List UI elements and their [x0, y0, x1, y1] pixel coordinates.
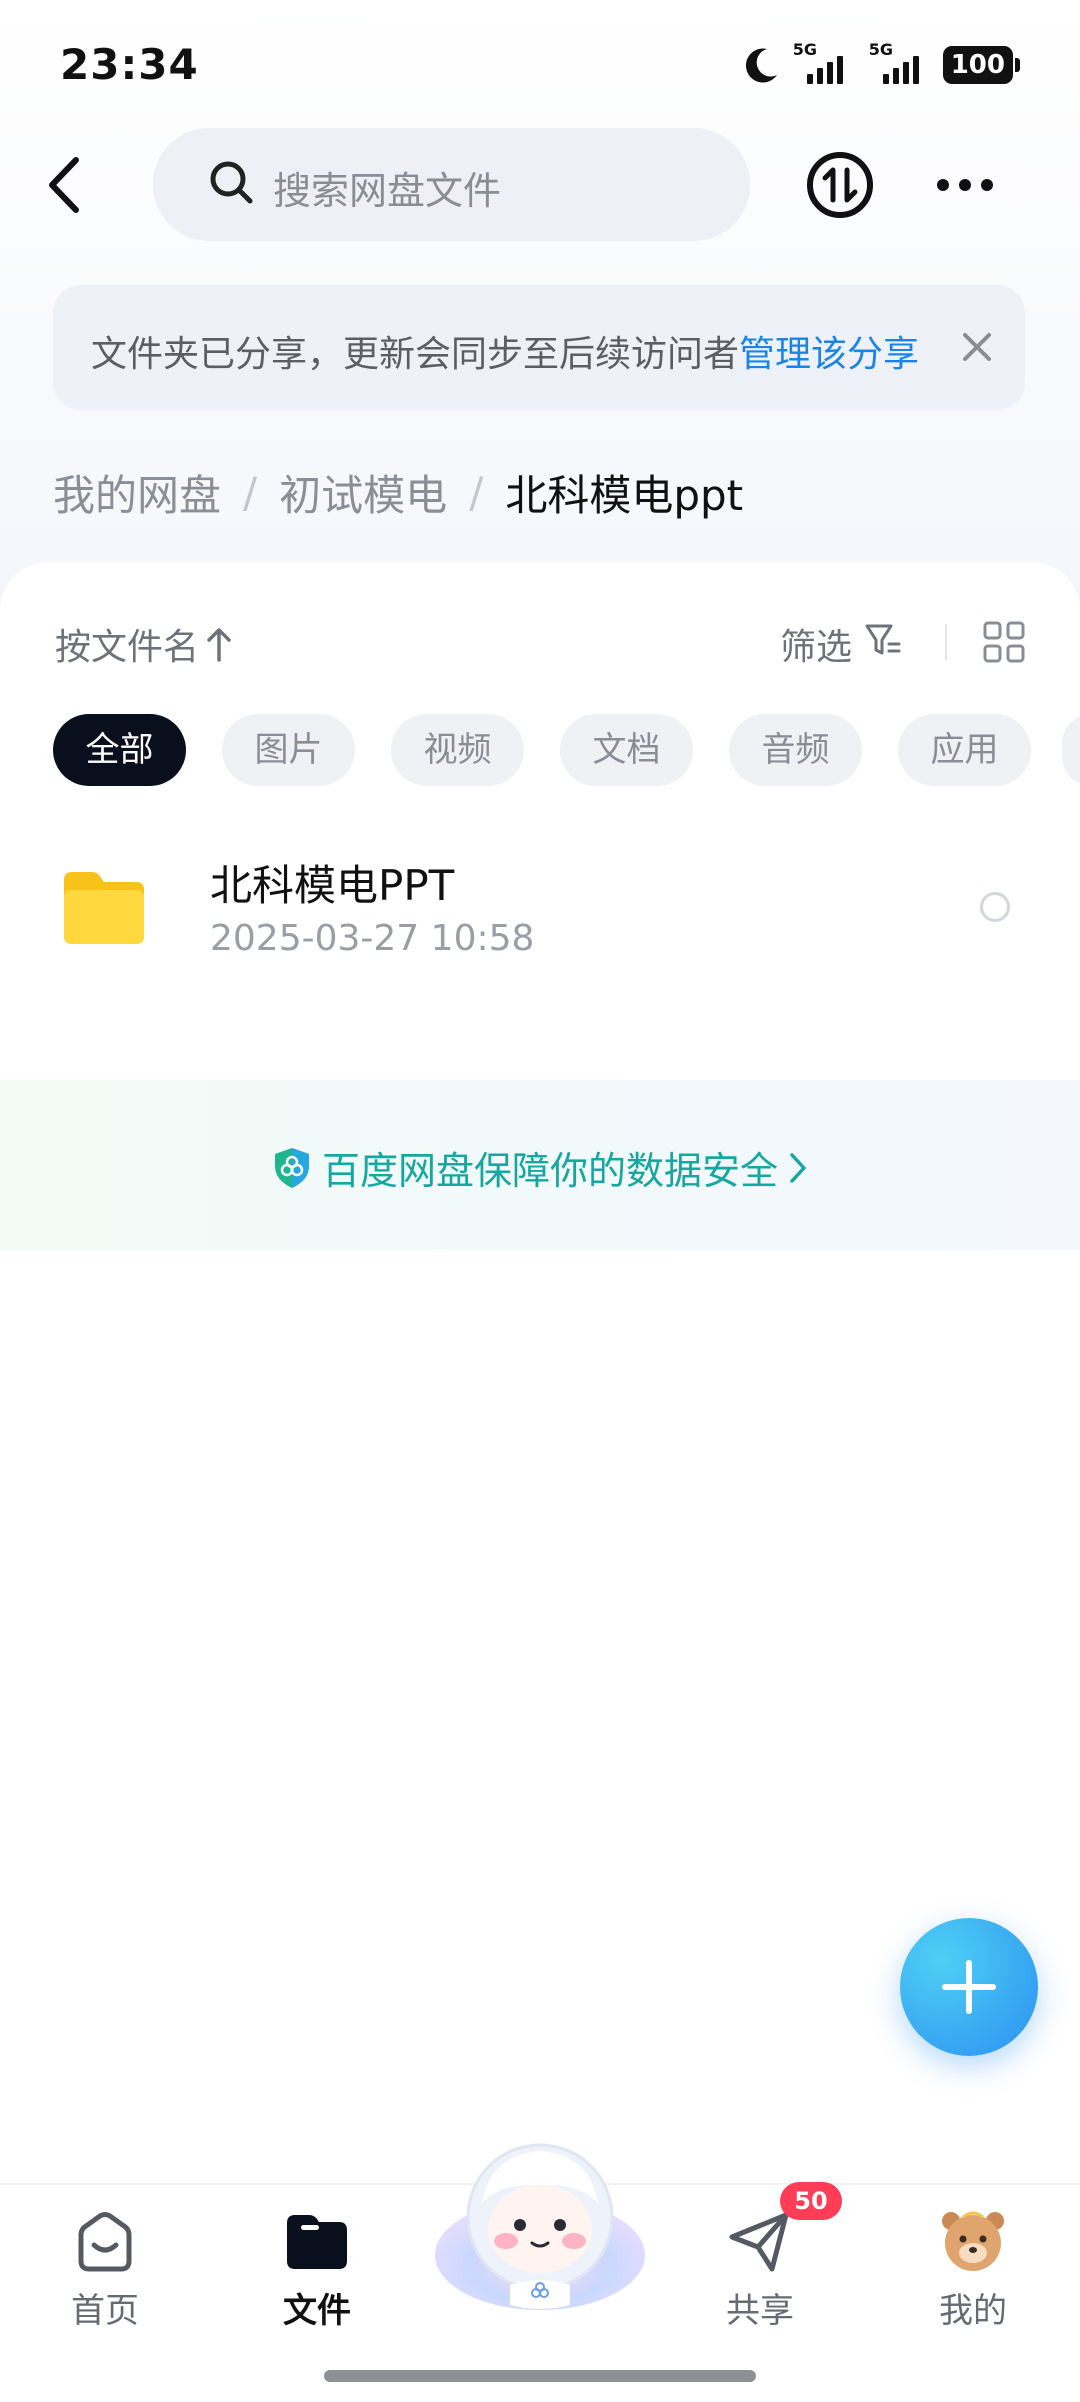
ai-assistant-mascot-icon[interactable] [430, 2125, 650, 2325]
more-icon[interactable] [935, 160, 995, 210]
search-placeholder: 搜索网盘文件 [273, 169, 502, 213]
battery-icon: 100 [942, 46, 1020, 84]
nav-label-files: 文件 [283, 2291, 351, 2331]
signal-icon-2: 5G [867, 40, 933, 88]
grid-view-icon[interactable] [982, 620, 1026, 664]
share-notice: 文件夹已分享，更新会同步至后续访问者 管理该分享 [53, 285, 1025, 410]
folder-icon [64, 872, 144, 944]
status-bar: 23:34 5G 5G 100 [0, 0, 1080, 130]
plus-icon [942, 1960, 996, 2014]
toolbar-divider [945, 624, 947, 660]
nav-item-home[interactable]: 首页 [45, 2205, 165, 2332]
file-name: 北科模电PPT [210, 861, 455, 910]
file-list-item[interactable]: 北科模电PPT 2025-03-27 10:58 [0, 830, 1080, 980]
back-arrow-icon[interactable] [40, 150, 90, 220]
profile-avatar-icon [942, 2211, 1004, 2271]
nav-label-profile: 我的 [939, 2291, 1007, 2331]
security-link[interactable]: 百度网盘保障你的数据安全 [0, 1140, 1080, 1195]
search-input[interactable]: 搜索网盘文件 [153, 128, 750, 241]
arrow-up-icon [207, 628, 231, 662]
breadcrumb-current: 北科模电ppt [505, 470, 744, 520]
nav-label-home: 首页 [71, 2291, 139, 2331]
battery-level: 100 [942, 46, 1013, 84]
add-button[interactable] [900, 1918, 1038, 2056]
share-notice-text: 文件夹已分享，更新会同步至后续访问者 [91, 334, 740, 375]
nav-item-files[interactable]: 文件 [257, 2205, 377, 2332]
share-icon [729, 2212, 789, 2272]
category-chip-all[interactable]: 全部 [53, 714, 186, 786]
sort-label: 按文件名 [55, 627, 200, 668]
home-icon [78, 2212, 132, 2272]
breadcrumb-item-my-disk[interactable]: 我的网盘 [53, 462, 221, 523]
security-text: 百度网盘保障你的数据安全 [321, 1149, 778, 1193]
breadcrumb-item-parent[interactable]: 初试模电 [279, 462, 447, 523]
status-indicators: 5G 5G 100 [743, 40, 1020, 88]
search-icon [210, 161, 253, 204]
close-icon[interactable] [953, 323, 1001, 371]
sort-button[interactable]: 按文件名 [55, 618, 233, 670]
category-chip-audio[interactable]: 音频 [729, 714, 862, 786]
chevron-right-icon [790, 1152, 806, 1183]
nav-item-share[interactable]: 共享 [700, 2205, 820, 2332]
breadcrumb: 我的网盘 / 初试模电 / 北科模电ppt [53, 462, 743, 522]
category-chip-documents[interactable]: 文档 [560, 714, 693, 786]
filter-button[interactable]: 筛选 [780, 618, 852, 670]
share-badge: 50 [780, 2182, 842, 2220]
category-chip-images[interactable]: 图片 [222, 714, 355, 786]
manage-share-link[interactable]: 管理该分享 [739, 325, 919, 377]
folder-icon [287, 2215, 347, 2269]
transfer-icon[interactable] [805, 150, 875, 220]
status-time: 23:34 [60, 40, 199, 89]
home-indicator[interactable] [324, 2370, 756, 2382]
breadcrumb-separator: / [469, 467, 484, 517]
signal-icon: 5G [791, 40, 857, 88]
nav-item-profile[interactable]: 我的 [913, 2205, 1033, 2332]
category-chip-videos[interactable]: 视频 [391, 714, 524, 786]
moon-icon [745, 48, 777, 83]
nav-label-share: 共享 [726, 2291, 794, 2331]
category-filter: 全部 图片 视频 文档 音频 应用 [53, 714, 1031, 786]
filter-icon[interactable] [863, 620, 903, 660]
shield-icon [274, 1147, 309, 1188]
breadcrumb-separator: / [243, 467, 258, 517]
category-chip-apps[interactable]: 应用 [898, 714, 1031, 786]
select-checkbox[interactable] [980, 892, 1010, 922]
file-date: 2025-03-27 10:58 [210, 918, 535, 959]
